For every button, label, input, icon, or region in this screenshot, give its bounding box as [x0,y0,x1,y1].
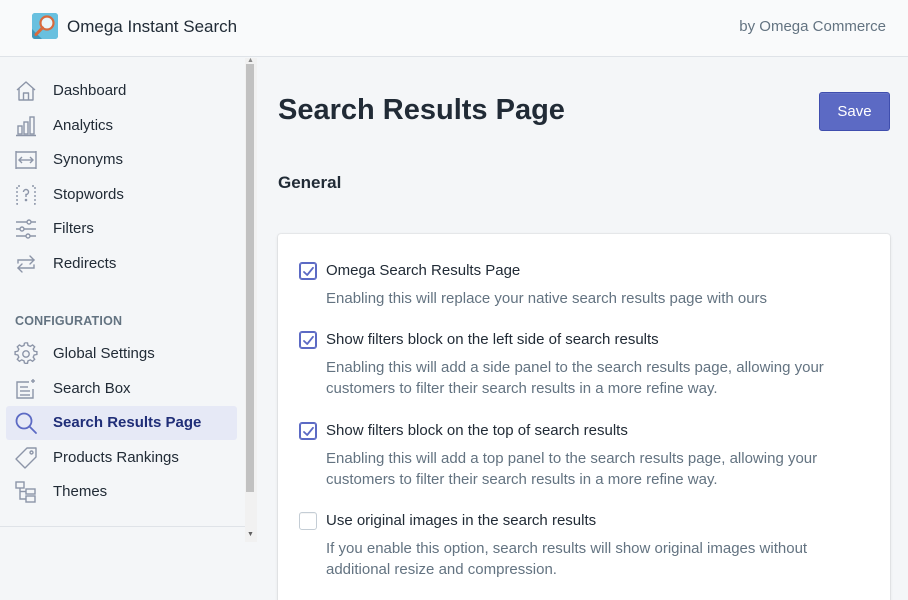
search-icon [14,411,38,435]
app-title: Omega Instant Search [67,17,238,36]
sidebar-item-label: Synonyms [53,151,124,168]
settings-card: Omega Search Results Page Enabling this … [278,234,890,600]
page-title: Search Results Page [278,94,565,126]
document-edit-icon [14,377,38,401]
sidebar-item-analytics[interactable]: Analytics [6,109,237,143]
sidebar-item-search-results-page[interactable]: Search Results Page [6,406,237,440]
sidebar-item-stopwords[interactable]: Stopwords [6,178,237,212]
sidebar-item-label: Products Rankings [53,449,179,466]
sidebar-item-filters[interactable]: Filters [6,212,237,246]
sidebar-scrollbar[interactable]: ▲ ▼ [245,57,257,542]
checkmark-icon [303,426,314,436]
hierarchy-icon [14,480,38,504]
refresh-arrows-icon [14,252,38,276]
top-bar: Omega Instant Search by Omega Commerce [0,0,908,57]
sidebar-item-redirects[interactable]: Redirects [6,247,237,281]
main-content: Search Results Page Save General Omega S… [258,58,908,600]
question-bracket-icon [14,183,38,207]
sidebar-item-label: Analytics [53,117,114,134]
checkbox-filters-left-side[interactable] [299,331,317,349]
sidebar-item-dashboard[interactable]: Dashboard [6,74,237,108]
scrollbar-thumb[interactable] [246,64,254,492]
checkmark-icon [303,335,314,345]
option-label[interactable]: Omega Search Results Page [326,262,520,279]
save-button[interactable]: Save [819,92,890,131]
sidebar-item-label: Global Settings [53,345,155,362]
option-label[interactable]: Show filters block on the left side of s… [326,331,659,348]
sidebar-item-label: Stopwords [53,186,124,203]
checkbox-original-images[interactable] [299,512,317,530]
magnifier-logo-icon [32,13,58,39]
sidebar-item-label: Filters [53,220,94,237]
checkmark-icon [303,266,314,276]
sidebar-item-label: Search Results Page [53,414,202,431]
section-title-general: General [278,173,342,192]
sidebar-item-themes[interactable]: Themes [6,475,237,509]
option-help-text: Enabling this will add a top panel to th… [326,450,818,488]
sidebar-item-search-box[interactable]: Search Box [6,372,237,406]
sidebar-item-synonyms[interactable]: Synonyms [6,143,237,177]
option-help-text: If you enable this option, search result… [326,540,808,578]
option-help-text: Enabling this will add a side panel to t… [326,359,824,397]
sidebar-item-global-settings[interactable]: Global Settings [6,337,237,371]
option-label[interactable]: Use original images in the search result… [326,512,596,529]
gear-icon [14,342,38,366]
section-label-configuration: CONFIGURATION [15,314,123,328]
tag-icon [14,446,38,470]
sidebar-item-products-rankings[interactable]: Products Rankings [6,441,237,475]
option-help-text: Enabling this will replace your native s… [326,290,768,307]
sidebar-item-label: Dashboard [53,82,127,99]
arrows-horizontal-icon [14,148,38,172]
sliders-icon [14,217,38,241]
option-label[interactable]: Show filters block on the top of search … [326,422,628,439]
checkbox-omega-search-results-page[interactable] [299,262,317,280]
bar-chart-icon [14,114,38,138]
byline: by Omega Commerce [739,18,886,35]
sidebar: Dashboard Analytics Synonyms Stopwords F… [0,58,247,600]
sidebar-divider [0,526,245,527]
scroll-down-arrow-icon[interactable]: ▼ [247,531,254,538]
sidebar-item-label: Search Box [53,380,131,397]
checkbox-filters-top[interactable] [299,422,317,440]
sidebar-item-label: Themes [53,483,108,500]
sidebar-item-label: Redirects [53,255,117,272]
home-icon [14,79,38,103]
